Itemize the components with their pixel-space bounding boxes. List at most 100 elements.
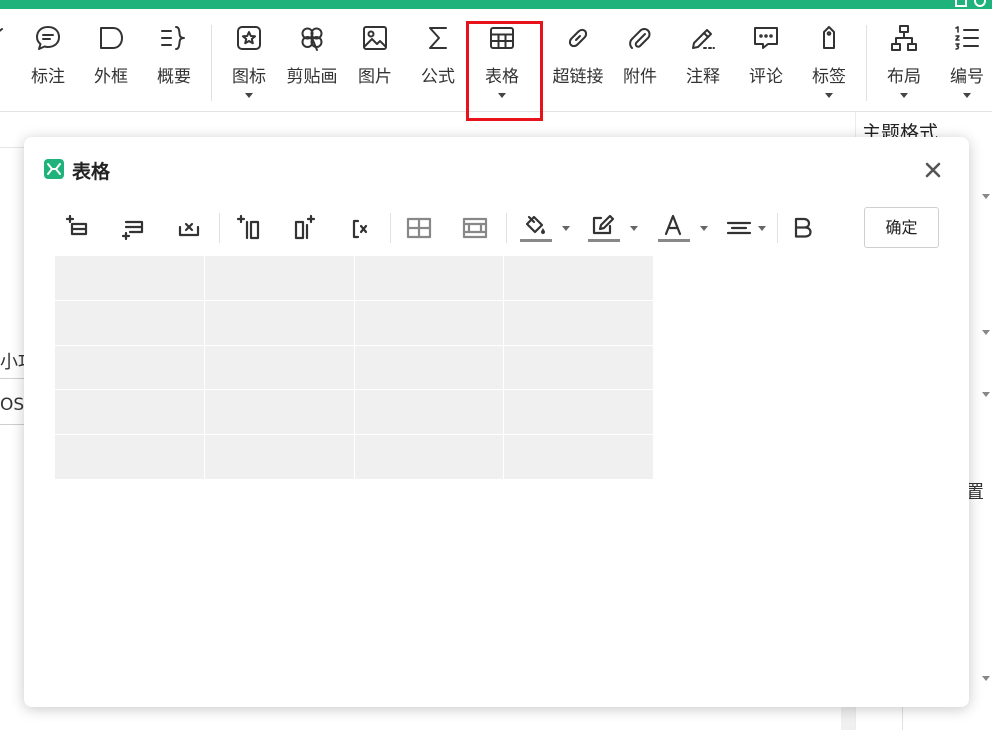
ribbon-item-attachment[interactable]: 附件: [610, 23, 670, 103]
link-icon: [563, 23, 593, 53]
table-cell[interactable]: [354, 256, 505, 301]
fill-color-dropdown[interactable]: [518, 211, 570, 245]
table-cell[interactable]: [204, 345, 355, 391]
toolbar-separator: [219, 213, 220, 243]
ribbon-item-callout[interactable]: 标注: [18, 23, 78, 103]
ribbon-item-label: 概要: [157, 67, 191, 87]
ribbon-item-hyperlink[interactable]: 超链接: [548, 23, 608, 103]
summary-icon: [159, 23, 189, 53]
table-cell[interactable]: [55, 435, 205, 480]
window-control-icon[interactable]: [974, 0, 986, 7]
chevron-down-icon: [562, 226, 570, 231]
ribbon-item-label: 注释: [686, 67, 720, 87]
confirm-button[interactable]: 确定: [864, 207, 939, 248]
table-cell[interactable]: [504, 256, 654, 301]
star-badge-icon: [234, 23, 264, 53]
clover-icon: [297, 23, 327, 53]
chevron-down-icon: [825, 93, 833, 98]
table-grid[interactable]: [55, 256, 654, 480]
table-icon: [487, 23, 517, 53]
canvas-node-text: 小巧: [0, 352, 25, 373]
font-color-icon: [658, 214, 690, 242]
table-cell[interactable]: [504, 390, 654, 436]
ribbon-item-tag[interactable]: 标签: [799, 23, 859, 103]
insert-row-above-button[interactable]: [62, 211, 92, 245]
table-cell[interactable]: [354, 435, 505, 480]
table-cell[interactable]: [204, 300, 355, 346]
table-cell[interactable]: [55, 256, 205, 301]
window-control-icon[interactable]: [955, 0, 967, 7]
border-color-dropdown[interactable]: [586, 211, 638, 245]
delete-row-button[interactable]: [174, 211, 204, 245]
table-cell[interactable]: [204, 390, 355, 436]
table-cell[interactable]: [204, 256, 355, 301]
delete-column-icon: [352, 219, 368, 239]
image-icon: [360, 23, 390, 53]
table-cell[interactable]: [55, 390, 205, 436]
chevron-down-icon: [963, 93, 971, 98]
dialog-title: 表格: [72, 161, 111, 183]
ribbon-item-layout[interactable]: 布局: [874, 23, 934, 103]
chevron-down-icon: [245, 93, 253, 98]
pencil-icon: [688, 23, 718, 53]
merge-cells-icon: [406, 217, 432, 239]
insert-column-right-button[interactable]: [290, 211, 320, 245]
chevron-down-icon[interactable]: [982, 330, 990, 335]
ribbon-item-boundary[interactable]: 外框: [81, 23, 141, 103]
bold-icon: [794, 217, 812, 238]
ribbon-item-label: 剪贴画: [286, 67, 338, 87]
ribbon-item-note[interactable]: 注释: [673, 23, 733, 103]
ribbon-item-label: 表格: [485, 67, 519, 87]
table-cell[interactable]: [504, 435, 654, 480]
table-dialog: 表格 确定: [24, 137, 969, 707]
boundary-icon: [96, 23, 126, 53]
ribbon-item-label: 图片: [358, 67, 392, 87]
toolbar-separator: [390, 213, 391, 243]
insert-row-above-icon: [65, 214, 88, 236]
delete-column-button[interactable]: [346, 211, 376, 245]
ribbon-item-label: 外框: [94, 67, 128, 87]
ribbon-item-table[interactable]: 表格: [472, 23, 532, 103]
ribbon-item-label: 公式: [421, 67, 455, 87]
toolbar-separator: [777, 213, 778, 243]
insert-column-left-button[interactable]: [234, 211, 264, 245]
close-icon[interactable]: [922, 159, 944, 181]
paperclip-icon: [625, 23, 655, 53]
chevron-down-icon[interactable]: [982, 194, 990, 199]
ribbon-separator: [866, 25, 867, 101]
table-cell[interactable]: [55, 345, 205, 391]
chevron-down-icon: [758, 226, 766, 231]
bold-button[interactable]: [788, 211, 818, 245]
table-cell[interactable]: [354, 390, 505, 436]
ribbon-item-summary[interactable]: 概要: [144, 23, 204, 103]
table-cell[interactable]: [504, 345, 654, 391]
font-color-dropdown[interactable]: [656, 211, 708, 245]
ribbon-item-label: 标注: [31, 67, 65, 87]
ribbon-item-comment[interactable]: 评论: [736, 23, 796, 103]
align-dropdown[interactable]: [724, 211, 768, 245]
ribbon-item-formula[interactable]: 公式: [408, 23, 468, 103]
app-logo-icon: [44, 159, 64, 179]
insert-row-below-icon: [121, 220, 144, 241]
ribbon-item-numbering[interactable]: 编号: [937, 23, 992, 103]
chevron-down-icon[interactable]: [982, 676, 990, 681]
split-cells-button[interactable]: [460, 211, 490, 245]
chevron-down-icon: [630, 226, 638, 231]
chevron-down-icon[interactable]: [982, 392, 990, 397]
split-cells-icon: [462, 217, 488, 239]
delete-row-icon: [178, 222, 200, 237]
ribbon-item-image[interactable]: 图片: [345, 23, 405, 103]
merge-cells-button[interactable]: [404, 211, 434, 245]
sigma-icon: [423, 23, 453, 53]
chevron-down-icon: [498, 93, 506, 98]
table-cell[interactable]: [504, 300, 654, 346]
canvas-node-text: OS: [0, 395, 25, 415]
table-cell[interactable]: [204, 435, 355, 480]
table-cell[interactable]: [354, 345, 505, 391]
border-color-icon: [588, 214, 620, 242]
insert-row-below-button[interactable]: [118, 211, 148, 245]
table-cell[interactable]: [55, 300, 205, 346]
ribbon-item-clipart[interactable]: 剪贴画: [282, 23, 342, 103]
ribbon-item-icon[interactable]: 图标: [219, 23, 279, 103]
table-cell[interactable]: [354, 300, 505, 346]
